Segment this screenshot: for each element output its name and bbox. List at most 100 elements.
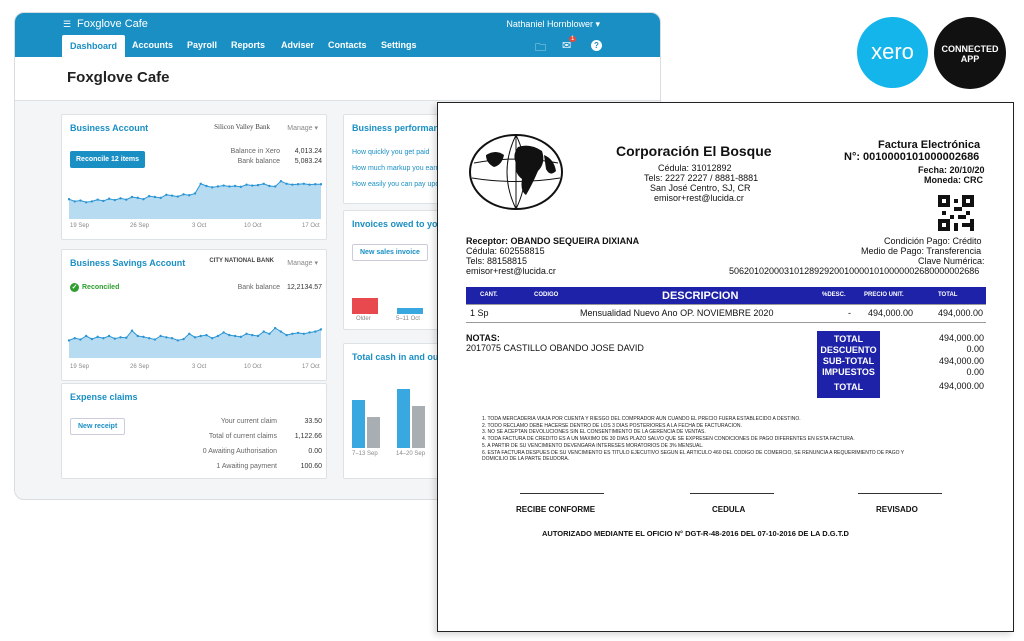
check-icon: ✓ xyxy=(70,283,79,292)
top-bar: ☰ Foxglove Cafe Nathaniel Hornblower ▾ xyxy=(15,13,660,35)
sparkline-point xyxy=(102,337,105,340)
tab-payroll[interactable]: Payroll xyxy=(187,40,217,50)
line-items-header: CANT. CODIGO DESCRIPCION %DESC. PRECIO U… xyxy=(466,287,986,304)
reconciled-status: ✓ Reconciled xyxy=(70,283,119,292)
receptor-text: Receptor: OBANDO SEQUEIRA DIXIANA xyxy=(466,236,640,246)
sparkline-point xyxy=(314,183,317,186)
sparkline-point xyxy=(182,337,185,341)
card-title[interactable]: Business Account xyxy=(70,123,148,133)
new-receipt-button[interactable]: New receipt xyxy=(70,418,126,435)
tab-adviser[interactable]: Adviser xyxy=(281,40,314,50)
tab-settings[interactable]: Settings xyxy=(381,40,417,50)
org-name[interactable]: Foxglove Cafe xyxy=(77,18,148,30)
tab-contacts[interactable]: Contacts xyxy=(328,40,367,50)
totals-labels-box: TOTAL DESCUENTO SUB-TOTAL IMPUESTOS TOTA… xyxy=(817,331,880,398)
sparkline-point xyxy=(262,330,265,333)
sparkline-point xyxy=(210,337,214,340)
sparkline-point xyxy=(84,201,88,204)
term-item: 6. ESTA FACTURA DESPUES DE SU VENCIMIENT… xyxy=(482,449,905,456)
card-title[interactable]: Business performance xyxy=(352,123,449,133)
bank-balance-label: Bank balance xyxy=(237,158,280,165)
sparkline-point xyxy=(142,198,145,201)
sparkline-point xyxy=(308,183,311,186)
sparkline-point xyxy=(245,332,248,335)
sparkline-point xyxy=(176,195,180,198)
new-sales-invoice-button[interactable]: New sales invoice xyxy=(352,244,428,261)
divider xyxy=(466,322,986,323)
col-descripcion: DESCRIPCION xyxy=(662,290,739,302)
discount-value: 0.00 xyxy=(966,344,984,354)
qr-code xyxy=(938,195,974,231)
sparkline-point xyxy=(216,185,220,188)
performance-link[interactable]: How much markup you earn xyxy=(352,165,440,172)
sparkline-point xyxy=(239,185,243,189)
axis-label: 3 Oct xyxy=(192,364,207,370)
axis-label: 14–20 Sep xyxy=(396,451,426,457)
tab-dashboard[interactable]: Dashboard xyxy=(62,35,126,57)
card-title[interactable]: Total cash in and out xyxy=(352,352,441,362)
tab-reports[interactable]: Reports xyxy=(231,40,265,50)
sparkline-point xyxy=(210,186,214,189)
discount-label: DESCUENTO xyxy=(820,345,877,355)
sparkline-point xyxy=(296,183,300,186)
performance-link[interactable]: How easily you can pay upo xyxy=(352,181,439,188)
reconciled-label: Reconciled xyxy=(82,284,120,291)
signature-line xyxy=(520,493,604,494)
axis-label: 7–13 Sep xyxy=(352,451,378,457)
folder-icon[interactable]: 🗀 xyxy=(535,39,546,58)
col-cant: CANT. xyxy=(480,292,498,298)
sparkline-point xyxy=(308,331,311,334)
manage-label: Manage xyxy=(287,125,313,132)
performance-link[interactable]: How quickly you get paid xyxy=(352,149,429,156)
manage-dropdown[interactable]: Manage ▾ xyxy=(287,124,318,132)
reconcile-button[interactable]: Reconcile 12 items xyxy=(70,151,146,168)
sign-cedula: CEDULA xyxy=(712,505,746,514)
user-menu[interactable]: Nathaniel Hornblower ▾ xyxy=(506,19,600,30)
cash-in-bar xyxy=(397,389,410,448)
sparkline-point xyxy=(216,334,220,338)
sparkline-point xyxy=(165,193,168,196)
divider xyxy=(466,304,986,305)
axis-label: 10 Oct xyxy=(244,364,262,370)
sparkline-point xyxy=(96,335,99,339)
sparkline-point xyxy=(176,339,180,342)
business-account-card: Business Account Silicon Valley Bank Man… xyxy=(61,114,327,240)
sparkline-point xyxy=(113,198,117,202)
manage-dropdown[interactable]: Manage ▾ xyxy=(287,259,318,267)
sparkline-point xyxy=(193,192,197,195)
expense-claims-card: Expense claims New receipt Your current … xyxy=(61,383,327,479)
axis-label: 17 Oct xyxy=(302,364,320,370)
card-title[interactable]: Business Savings Account xyxy=(70,258,185,268)
help-icon[interactable]: ? xyxy=(591,40,602,51)
axis-label: 5–11 Oct xyxy=(396,316,420,322)
sparkline-point xyxy=(188,194,191,197)
sparkline-point xyxy=(136,196,139,200)
sparkline-point xyxy=(285,333,288,337)
invoice-bar-current xyxy=(397,308,423,314)
col-total: TOTAL xyxy=(938,292,958,298)
balance-xero-value: 4,013.24 xyxy=(294,148,322,155)
sparkline-point xyxy=(199,182,202,185)
invoice-document: Corporación El Bosque Cédula: 31012892 T… xyxy=(437,102,1014,632)
user-name: Nathaniel Hornblower xyxy=(506,19,593,29)
axis-label: 3 Oct xyxy=(192,223,207,229)
sparkline-point xyxy=(199,334,202,338)
card-title[interactable]: Expense claims xyxy=(70,392,138,402)
notification-badge: 1 xyxy=(569,36,577,42)
signature-line xyxy=(858,493,942,494)
grand-total-label: TOTAL xyxy=(833,382,864,392)
bank-logo: CITY NATIONAL BANK xyxy=(209,258,274,264)
xero-logo: xero xyxy=(857,17,928,88)
sparkline-point xyxy=(130,195,134,199)
menu-icon[interactable]: ☰ xyxy=(63,19,71,30)
sparkline-point xyxy=(119,197,122,200)
tab-accounts[interactable]: Accounts xyxy=(132,40,173,50)
term-item: 5. A PARTIR DE SU VENCIMIENTO DEVENGARA … xyxy=(482,442,704,449)
mail-icon[interactable]: ✉ 1 xyxy=(562,36,577,52)
expense-row-label: Your current claim xyxy=(220,418,277,425)
payment-condition: Condición Pago: Crédito xyxy=(884,236,982,246)
terms-list: 1. TODA MERCADERIA VIAJA POR CUENTA Y RI… xyxy=(482,416,962,463)
sparkline-point xyxy=(90,337,94,341)
sparkline-point xyxy=(251,184,254,187)
card-title[interactable]: Invoices owed to you xyxy=(352,219,443,229)
